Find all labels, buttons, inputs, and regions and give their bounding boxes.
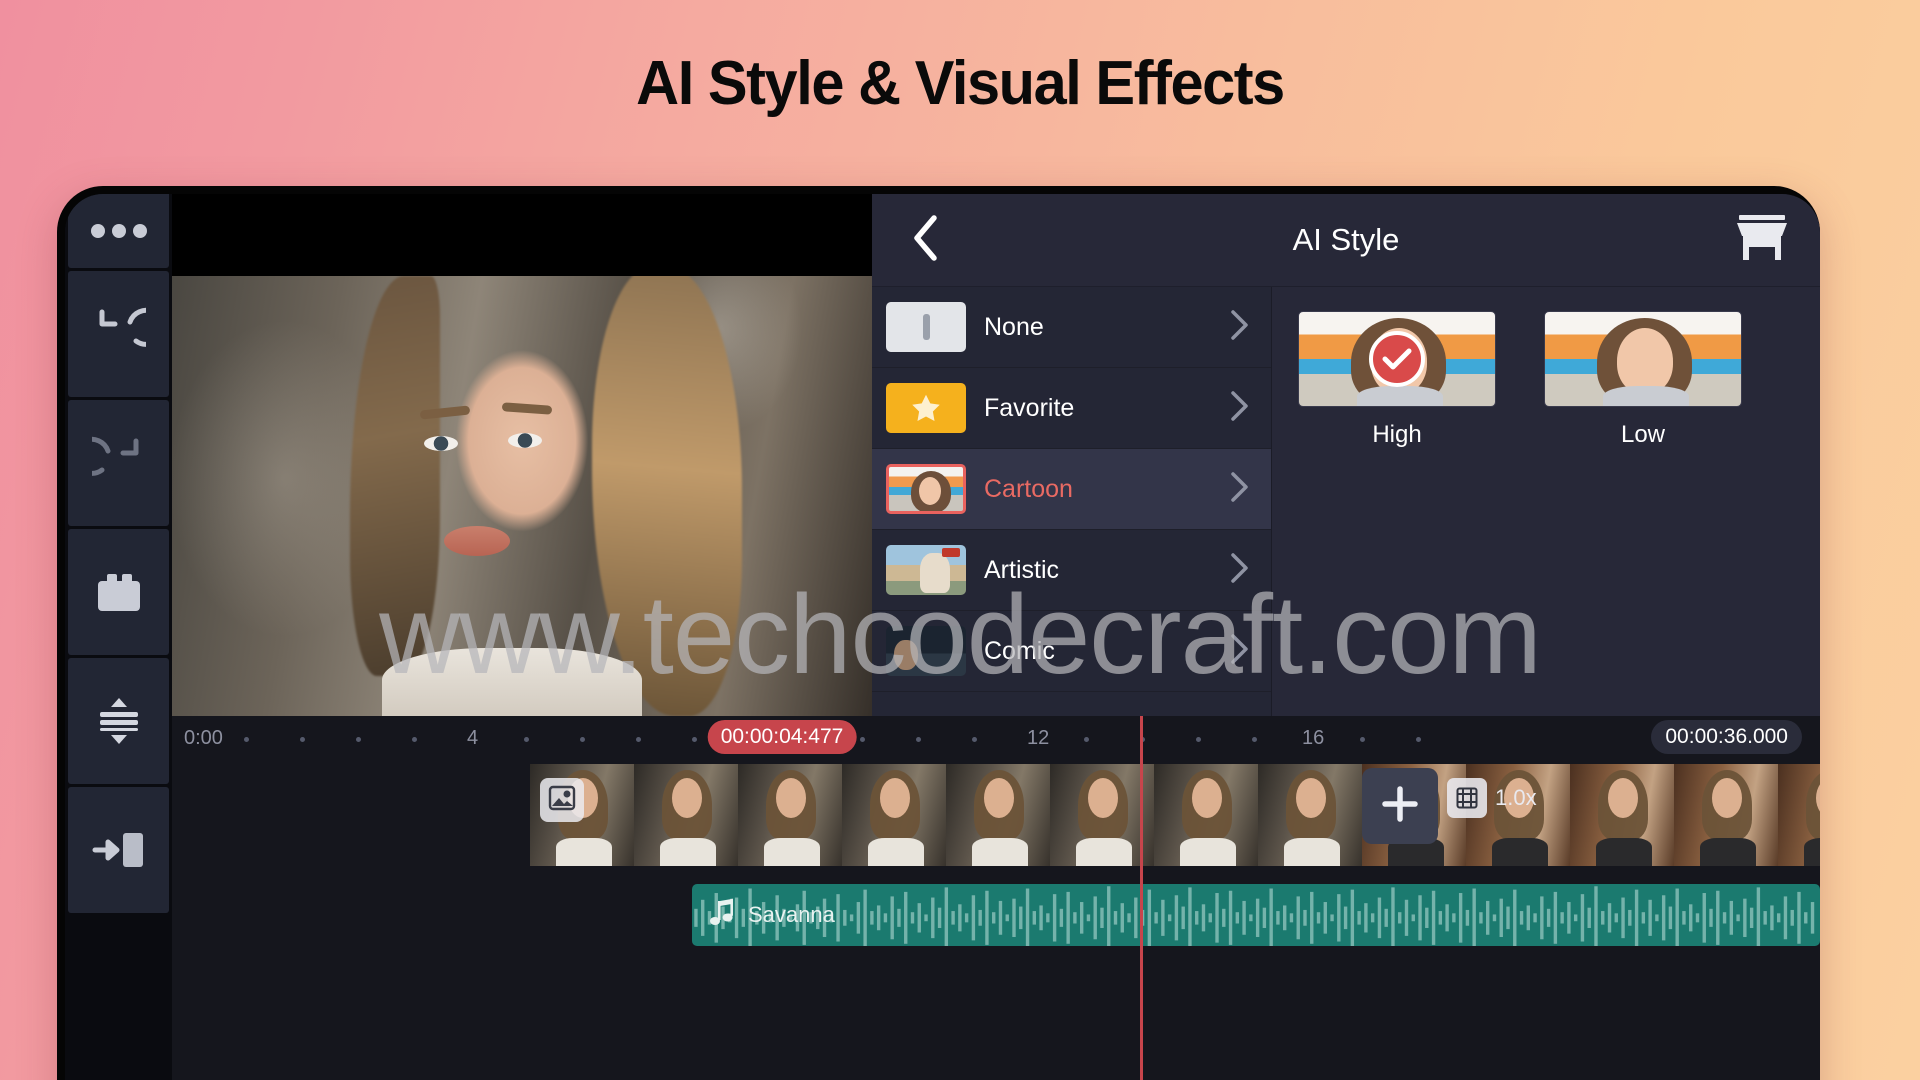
- ellipsis-icon: [90, 224, 147, 238]
- preview-eye-right: [508, 433, 542, 448]
- video-frame: [946, 764, 1050, 866]
- style-row-none[interactable]: None: [872, 287, 1271, 368]
- preset-label: Low: [1620, 421, 1666, 448]
- video-preview[interactable]: [172, 194, 872, 716]
- clip-thumbnail-badge[interactable]: [540, 778, 584, 822]
- fit-to-screen-button[interactable]: [68, 658, 169, 784]
- style-label: Comic: [984, 636, 1055, 665]
- playhead-line[interactable]: [1140, 716, 1143, 1080]
- style-row-cartoon[interactable]: Cartoon: [872, 449, 1271, 530]
- device-screen: AI Style None Favorite Cartoon Artistic …: [65, 194, 1820, 1080]
- chevron-right-icon: [1230, 633, 1249, 670]
- cartoon-thumb: [886, 464, 966, 514]
- add-clip-button[interactable]: [1362, 768, 1438, 844]
- artistic-thumb: [886, 545, 966, 595]
- selected-check-badge: [1369, 331, 1425, 387]
- audio-waveform: [694, 886, 1815, 946]
- stage-row: AI Style None Favorite Cartoon Artistic …: [172, 194, 1820, 716]
- ai-style-header: AI Style: [872, 194, 1820, 286]
- video-frame: [1050, 764, 1154, 866]
- style-label: None: [984, 312, 1044, 341]
- playhead-time-badge[interactable]: 00:00:04:477: [707, 720, 857, 754]
- store-button[interactable]: [1734, 212, 1790, 268]
- editor-main: AI Style None Favorite Cartoon Artistic …: [172, 194, 1820, 1080]
- page-title: AI Style & Visual Effects: [636, 49, 1285, 118]
- ai-style-title: AI Style: [1292, 222, 1400, 257]
- plus-icon: [1379, 783, 1421, 830]
- device-frame: AI Style None Favorite Cartoon Artistic …: [57, 186, 1820, 1080]
- style-row-comic[interactable]: Comic: [872, 611, 1271, 692]
- preset-area: High Low: [1272, 287, 1820, 716]
- video-track[interactable]: [530, 764, 1820, 866]
- audio-track[interactable]: Savanna: [692, 884, 1820, 946]
- timeline[interactable]: 0:00 4 12 16 00:00:04:477 00:00:36.000 1…: [172, 716, 1820, 1080]
- audio-track-name: Savanna: [748, 902, 835, 927]
- back-button[interactable]: [902, 214, 948, 263]
- preset-thumbnail[interactable]: [1544, 311, 1742, 407]
- ruler-tick-label: 12: [1027, 727, 1050, 749]
- import-media-button[interactable]: [68, 787, 169, 913]
- image-icon: [548, 785, 576, 816]
- timeline-ruler[interactable]: 0:00 4 12 16 00:00:04:477 00:00:36.000: [172, 716, 1820, 758]
- preset-grid: High Low: [1298, 311, 1820, 449]
- undo-button[interactable]: [68, 271, 169, 397]
- favorite-thumb: [886, 383, 966, 433]
- video-frame: [738, 764, 842, 866]
- preset-high[interactable]: High: [1298, 311, 1496, 449]
- music-note-icon: [710, 898, 736, 933]
- insert-right-icon: [91, 829, 147, 871]
- chevron-right-icon: [1230, 309, 1249, 346]
- video-frame: [1154, 764, 1258, 866]
- style-row-favorite[interactable]: Favorite: [872, 368, 1271, 449]
- style-category-list[interactable]: None Favorite Cartoon Artistic Comic: [872, 287, 1272, 716]
- star-icon: [912, 394, 940, 421]
- chevron-right-icon: [1230, 390, 1249, 427]
- preset-label: High: [1372, 421, 1422, 448]
- app-root: AI Style & Visual Effects AI Style None …: [0, 0, 1920, 1080]
- video-frame: [1778, 764, 1820, 866]
- letterbox-top: [172, 194, 872, 276]
- none-thumb: [886, 302, 966, 352]
- video-frame: [1570, 764, 1674, 866]
- preview-frame: [172, 276, 872, 716]
- store-icon: [1735, 213, 1789, 268]
- left-toolbar: [65, 194, 172, 1080]
- video-frame: [1674, 764, 1778, 866]
- style-label: Artistic: [984, 555, 1059, 584]
- undo-icon: [92, 307, 146, 361]
- total-duration-badge: 00:00:36.000: [1651, 720, 1802, 754]
- clip-speed-badge[interactable]: 1.0x: [1447, 778, 1537, 818]
- preset-low[interactable]: Low: [1544, 311, 1742, 449]
- chevron-right-icon: [1230, 552, 1249, 589]
- chevron-right-icon: [1230, 471, 1249, 508]
- redo-button[interactable]: [68, 400, 169, 526]
- check-icon: [1382, 348, 1412, 370]
- redo-icon: [91, 436, 146, 490]
- ruler-tick-label: 16: [1302, 727, 1325, 749]
- ruler-tick-label: 0:00: [184, 727, 223, 749]
- comic-thumb: [886, 626, 966, 676]
- film-strip-icon: [1447, 778, 1487, 818]
- ai-style-panel: AI Style None Favorite Cartoon Artistic …: [872, 194, 1820, 716]
- more-options-button[interactable]: [68, 194, 169, 268]
- camera-icon: [94, 570, 144, 614]
- style-row-artistic[interactable]: Artistic: [872, 530, 1271, 611]
- speed-label: 1.0x: [1495, 785, 1537, 810]
- audio-clip-label: Savanna: [692, 898, 835, 933]
- ai-style-body: None Favorite Cartoon Artistic Comic Hig…: [872, 286, 1820, 716]
- preset-thumbnail[interactable]: [1298, 311, 1496, 407]
- video-frame: [842, 764, 946, 866]
- video-frame: [1258, 764, 1362, 866]
- capture-button[interactable]: [68, 529, 169, 655]
- ruler-tick-label: 4: [467, 727, 479, 749]
- style-label: Favorite: [984, 393, 1075, 422]
- video-frame: [634, 764, 738, 866]
- style-label: Cartoon: [984, 474, 1073, 503]
- preview-subject-shirt: [382, 648, 642, 716]
- expand-vertical-icon: [94, 696, 144, 746]
- chevron-left-icon: [910, 214, 940, 267]
- preview-eye-left: [424, 436, 458, 451]
- preview-lips: [444, 526, 510, 556]
